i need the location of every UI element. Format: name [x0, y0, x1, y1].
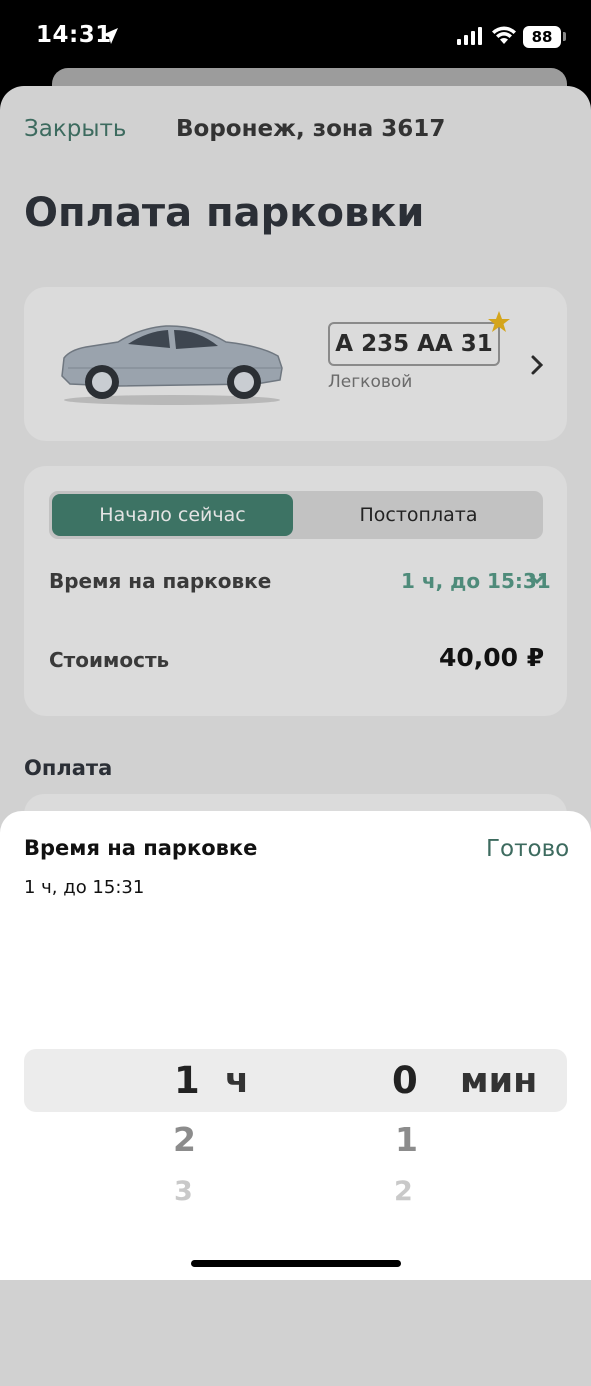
segment-postpay[interactable]: Постоплата: [296, 494, 541, 536]
payment-section-title: Оплата: [24, 756, 113, 780]
hours-option[interactable]: 2: [173, 1120, 196, 1159]
chevron-down-icon[interactable]: [528, 573, 546, 587]
wifi-icon: [492, 26, 516, 44]
parking-time-label: Время на парковке: [49, 569, 272, 593]
cost-value: 40,00 ₽: [439, 643, 545, 672]
car-icon: [61, 325, 283, 405]
cellular-signal-icon: [457, 27, 482, 45]
status-bar: 14:31 88: [0, 0, 591, 72]
page-title: Оплата парковки: [24, 190, 425, 236]
chevron-right-icon[interactable]: [530, 354, 544, 376]
minutes-selected[interactable]: 0: [392, 1059, 418, 1102]
sheet-summary: 1 ч, до 15:31: [24, 877, 145, 898]
done-button[interactable]: Готово: [486, 836, 569, 862]
hours-selected[interactable]: 1: [174, 1059, 200, 1102]
home-indicator: [191, 1260, 401, 1267]
license-plate: А 235 АА 31: [328, 322, 500, 366]
battery-tip: [563, 32, 566, 41]
hours-unit: ч: [225, 1061, 250, 1101]
minutes-unit: мин: [460, 1061, 538, 1101]
zone-title: Воронеж, зона 3617: [176, 116, 446, 142]
favorite-star-icon: [488, 311, 510, 332]
minutes-option[interactable]: 2: [394, 1176, 413, 1207]
close-button[interactable]: Закрыть: [24, 116, 126, 142]
hours-option[interactable]: 3: [174, 1176, 193, 1207]
minutes-option[interactable]: 1: [395, 1120, 418, 1159]
sheet-title: Время на парковке: [24, 836, 258, 860]
vehicle-type: Легковой: [328, 372, 413, 392]
location-arrow-icon: [102, 28, 118, 44]
battery-indicator: 88: [523, 26, 561, 48]
segment-start-now[interactable]: Начало сейчас: [52, 494, 293, 536]
cost-label: Стоимость: [49, 648, 170, 672]
